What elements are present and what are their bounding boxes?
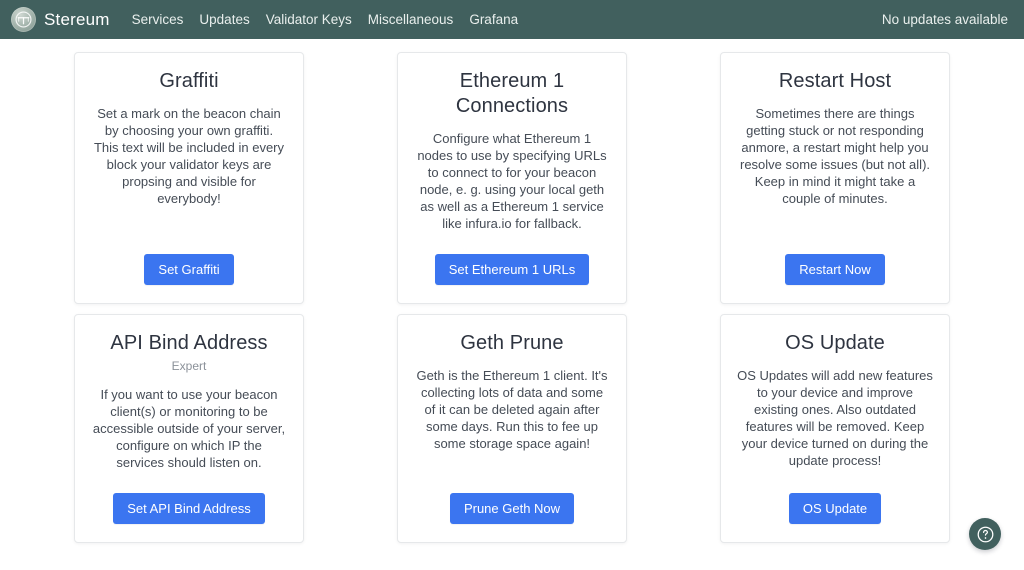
stereum-logo-icon xyxy=(11,7,36,32)
card-subtitle-expert: Expert xyxy=(171,359,207,373)
os-update-button[interactable]: OS Update xyxy=(788,492,882,524)
restart-now-button[interactable]: Restart Now xyxy=(785,254,885,285)
set-ethereum-1-urls-button[interactable]: Set Ethereum 1 URLs xyxy=(434,254,590,285)
card-api-bind-address: API Bind Address Expert If you want to u… xyxy=(74,314,304,543)
set-api-bind-address-button[interactable]: Set API Bind Address xyxy=(113,492,265,524)
card-os-update: OS Update OS Updates will add new featur… xyxy=(720,314,950,543)
card-title: Graffiti xyxy=(159,70,219,92)
settings-card-grid: Graffiti Set a mark on the beacon chain … xyxy=(74,52,950,543)
top-navigation-bar: Stereum Services Updates Validator Keys … xyxy=(0,0,1024,39)
nav-item-services[interactable]: Services xyxy=(132,13,184,27)
nav-item-grafana[interactable]: Grafana xyxy=(469,13,518,27)
brand-home-link[interactable]: Stereum xyxy=(11,7,110,32)
card-geth-prune: Geth Prune Geth is the Ethereum 1 client… xyxy=(397,314,627,543)
card-title: API Bind Address xyxy=(110,332,268,354)
help-button[interactable] xyxy=(969,518,1001,550)
card-ethereum-1-connections: Ethereum 1 Connections Configure what Et… xyxy=(397,52,627,304)
nav-item-validator-keys[interactable]: Validator Keys xyxy=(266,13,352,27)
update-status-text: No updates available xyxy=(881,12,1008,27)
card-description: Sometimes there are things getting stuck… xyxy=(739,106,931,206)
set-graffiti-button[interactable]: Set Graffiti xyxy=(144,254,234,285)
card-description: Set a mark on the beacon chain by choosi… xyxy=(93,106,285,206)
card-title: OS Update xyxy=(785,332,885,354)
card-description: Geth is the Ethereum 1 client. It's coll… xyxy=(416,368,608,451)
card-description: If you want to use your beacon client(s)… xyxy=(92,386,286,470)
card-description: Configure what Ethereum 1 nodes to use b… xyxy=(417,131,607,231)
card-title: Geth Prune xyxy=(460,332,564,354)
card-title: Ethereum 1 Connections xyxy=(455,70,569,117)
card-description: OS Updates will add new features to your… xyxy=(737,368,933,468)
card-restart-host: Restart Host Sometimes there are things … xyxy=(720,52,950,304)
main-nav: Services Updates Validator Keys Miscella… xyxy=(132,13,518,27)
card-graffiti: Graffiti Set a mark on the beacon chain … xyxy=(74,52,304,304)
card-title: Restart Host xyxy=(778,70,892,92)
page-content: Graffiti Set a mark on the beacon chain … xyxy=(0,39,1024,570)
nav-item-miscellaneous[interactable]: Miscellaneous xyxy=(368,13,454,27)
nav-item-updates[interactable]: Updates xyxy=(199,13,249,27)
brand-name: Stereum xyxy=(44,9,110,29)
prune-geth-now-button[interactable]: Prune Geth Now xyxy=(449,492,575,524)
question-mark-circle-icon xyxy=(976,525,995,544)
